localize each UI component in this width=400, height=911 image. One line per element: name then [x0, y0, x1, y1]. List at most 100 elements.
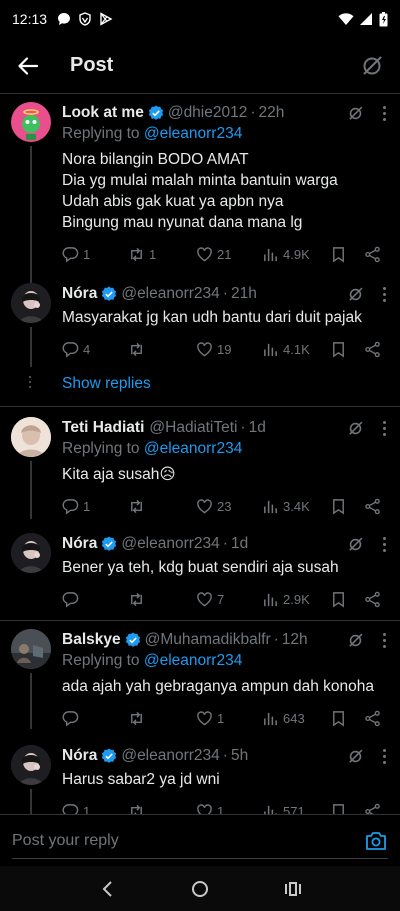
recents-icon — [285, 881, 302, 896]
avatar[interactable] — [11, 533, 51, 573]
views-button[interactable]: 4.1K — [262, 341, 330, 358]
reply-thread[interactable]: Look at me @dhie2012 · 22h Replying to @… — [0, 94, 400, 814]
repost-button[interactable] — [128, 803, 196, 814]
more-options-icon[interactable] — [382, 105, 386, 121]
mention-link[interactable]: @eleanorr234 — [144, 652, 242, 669]
reply-button[interactable]: 1 — [62, 498, 128, 515]
timestamp: 5h — [230, 747, 249, 764]
share-icon — [365, 498, 380, 514]
tweet[interactable]: Teti Hadiati @HadiatiTeti · 1d Replying … — [0, 407, 400, 523]
share-button[interactable] — [364, 498, 384, 515]
share-button[interactable] — [364, 710, 384, 727]
back-button[interactable] — [16, 54, 40, 78]
share-icon — [365, 710, 380, 726]
nav-home-button[interactable] — [188, 877, 212, 901]
author-name[interactable]: Look at me — [62, 104, 144, 122]
views-button[interactable]: 4.9K — [262, 246, 330, 263]
views-button[interactable]: 3.4K — [262, 498, 330, 515]
more-options-icon[interactable] — [382, 286, 386, 302]
share-button[interactable] — [364, 803, 384, 814]
bookmark-icon — [333, 246, 344, 262]
repost-button[interactable]: 1 — [128, 246, 196, 263]
like-button[interactable]: 7 — [196, 591, 262, 608]
author-handle[interactable]: @eleanorr234 — [121, 285, 219, 303]
vpn-shield-icon — [79, 12, 91, 26]
more-options-icon[interactable] — [382, 748, 386, 764]
nav-recents-button[interactable] — [281, 877, 305, 901]
like-button[interactable]: 1 — [196, 710, 262, 727]
action-bar: 1 643 — [62, 701, 386, 735]
reply-underline — [12, 858, 388, 859]
avatar[interactable] — [11, 283, 51, 323]
like-button[interactable]: 23 — [196, 498, 262, 515]
like-button[interactable]: 21 — [196, 246, 262, 263]
avatar[interactable] — [11, 417, 51, 457]
views-button[interactable]: 2.9K — [262, 591, 330, 608]
replying-to: Replying to @eleanorr234 — [62, 652, 243, 669]
reply-button[interactable] — [62, 591, 128, 608]
grok-icon[interactable] — [347, 420, 364, 437]
verified-badge-icon — [102, 748, 117, 763]
bookmark-button[interactable] — [330, 246, 364, 263]
grok-icon[interactable] — [347, 286, 364, 303]
heart-icon — [197, 591, 212, 606]
avatar[interactable] — [11, 745, 51, 785]
reply-button[interactable]: 1 — [62, 246, 128, 263]
grok-icon[interactable] — [347, 536, 364, 553]
tweet[interactable]: Look at me @dhie2012 · 22h Replying to @… — [0, 94, 400, 298]
arrow-left-icon — [18, 56, 38, 75]
grok-icon[interactable] — [347, 105, 364, 122]
repost-icon — [131, 342, 142, 356]
tweet[interactable]: Nóra @eleanorr234 · 1d Bener ya teh, kdg… — [0, 523, 400, 616]
more-options-icon[interactable] — [382, 536, 386, 552]
share-button[interactable] — [364, 591, 384, 608]
author-name[interactable]: Nóra — [62, 747, 97, 765]
repost-icon — [131, 247, 142, 261]
avatar[interactable] — [11, 102, 51, 142]
repost-button[interactable] — [128, 498, 196, 515]
grok-icon[interactable] — [347, 632, 364, 649]
tweet[interactable]: Balskye @Muhamadikbalfr · 12h Replying t… — [0, 621, 400, 735]
mention-link[interactable]: @eleanorr234 — [144, 440, 242, 457]
repost-button[interactable] — [128, 341, 196, 358]
author-handle[interactable]: @dhie2012 — [168, 104, 248, 122]
share-button[interactable] — [364, 341, 384, 358]
bookmark-button[interactable] — [330, 498, 364, 515]
avatar[interactable] — [11, 629, 51, 669]
repost-button[interactable] — [128, 591, 196, 608]
bookmark-button[interactable] — [330, 341, 364, 358]
views-button[interactable]: 643 — [262, 710, 330, 727]
more-options-icon[interactable] — [382, 632, 386, 648]
like-button[interactable]: 19 — [196, 341, 262, 358]
more-options-icon[interactable] — [382, 420, 386, 436]
bookmark-button[interactable] — [330, 591, 364, 608]
show-replies-link[interactable]: Show replies — [0, 366, 400, 402]
author-handle[interactable]: @Muhamadikbalfr — [145, 631, 271, 649]
share-button[interactable] — [364, 246, 384, 263]
author-name[interactable]: Balskye — [62, 631, 121, 649]
author-name[interactable]: Nóra — [62, 535, 97, 553]
reply-button[interactable]: 4 — [62, 341, 128, 358]
views-button[interactable]: 571 — [262, 803, 330, 814]
like-button[interactable]: 1 — [196, 803, 262, 814]
grok-icon[interactable] — [347, 748, 364, 765]
mention-link[interactable]: @eleanorr234 — [144, 125, 242, 142]
repost-button[interactable] — [128, 710, 196, 727]
heart-icon — [197, 246, 212, 261]
bookmark-button[interactable] — [330, 710, 364, 727]
reply-button[interactable]: 1 — [62, 803, 128, 814]
camera-icon[interactable] — [364, 829, 388, 853]
reply-input[interactable]: Post your reply — [12, 832, 119, 850]
bookmark-button[interactable] — [330, 803, 364, 814]
tweet[interactable]: Nóra @eleanorr234 · 5h Harus sabar2 ya j… — [0, 735, 400, 814]
reply-button[interactable] — [62, 710, 128, 727]
author-name[interactable]: Nóra — [62, 285, 97, 303]
author-handle[interactable]: @eleanorr234 — [121, 747, 219, 765]
author-handle[interactable]: @eleanorr234 — [121, 535, 219, 553]
grok-icon[interactable] — [360, 54, 384, 78]
reply-icon — [62, 803, 79, 814]
nav-back-button[interactable] — [95, 877, 119, 901]
author-handle[interactable]: @HadiatiTeti — [149, 419, 237, 437]
author-name[interactable]: Teti Hadiati — [62, 419, 144, 437]
tweet[interactable]: Nóra @eleanorr234 · 21h Masyarakat jg ka… — [0, 271, 400, 367]
